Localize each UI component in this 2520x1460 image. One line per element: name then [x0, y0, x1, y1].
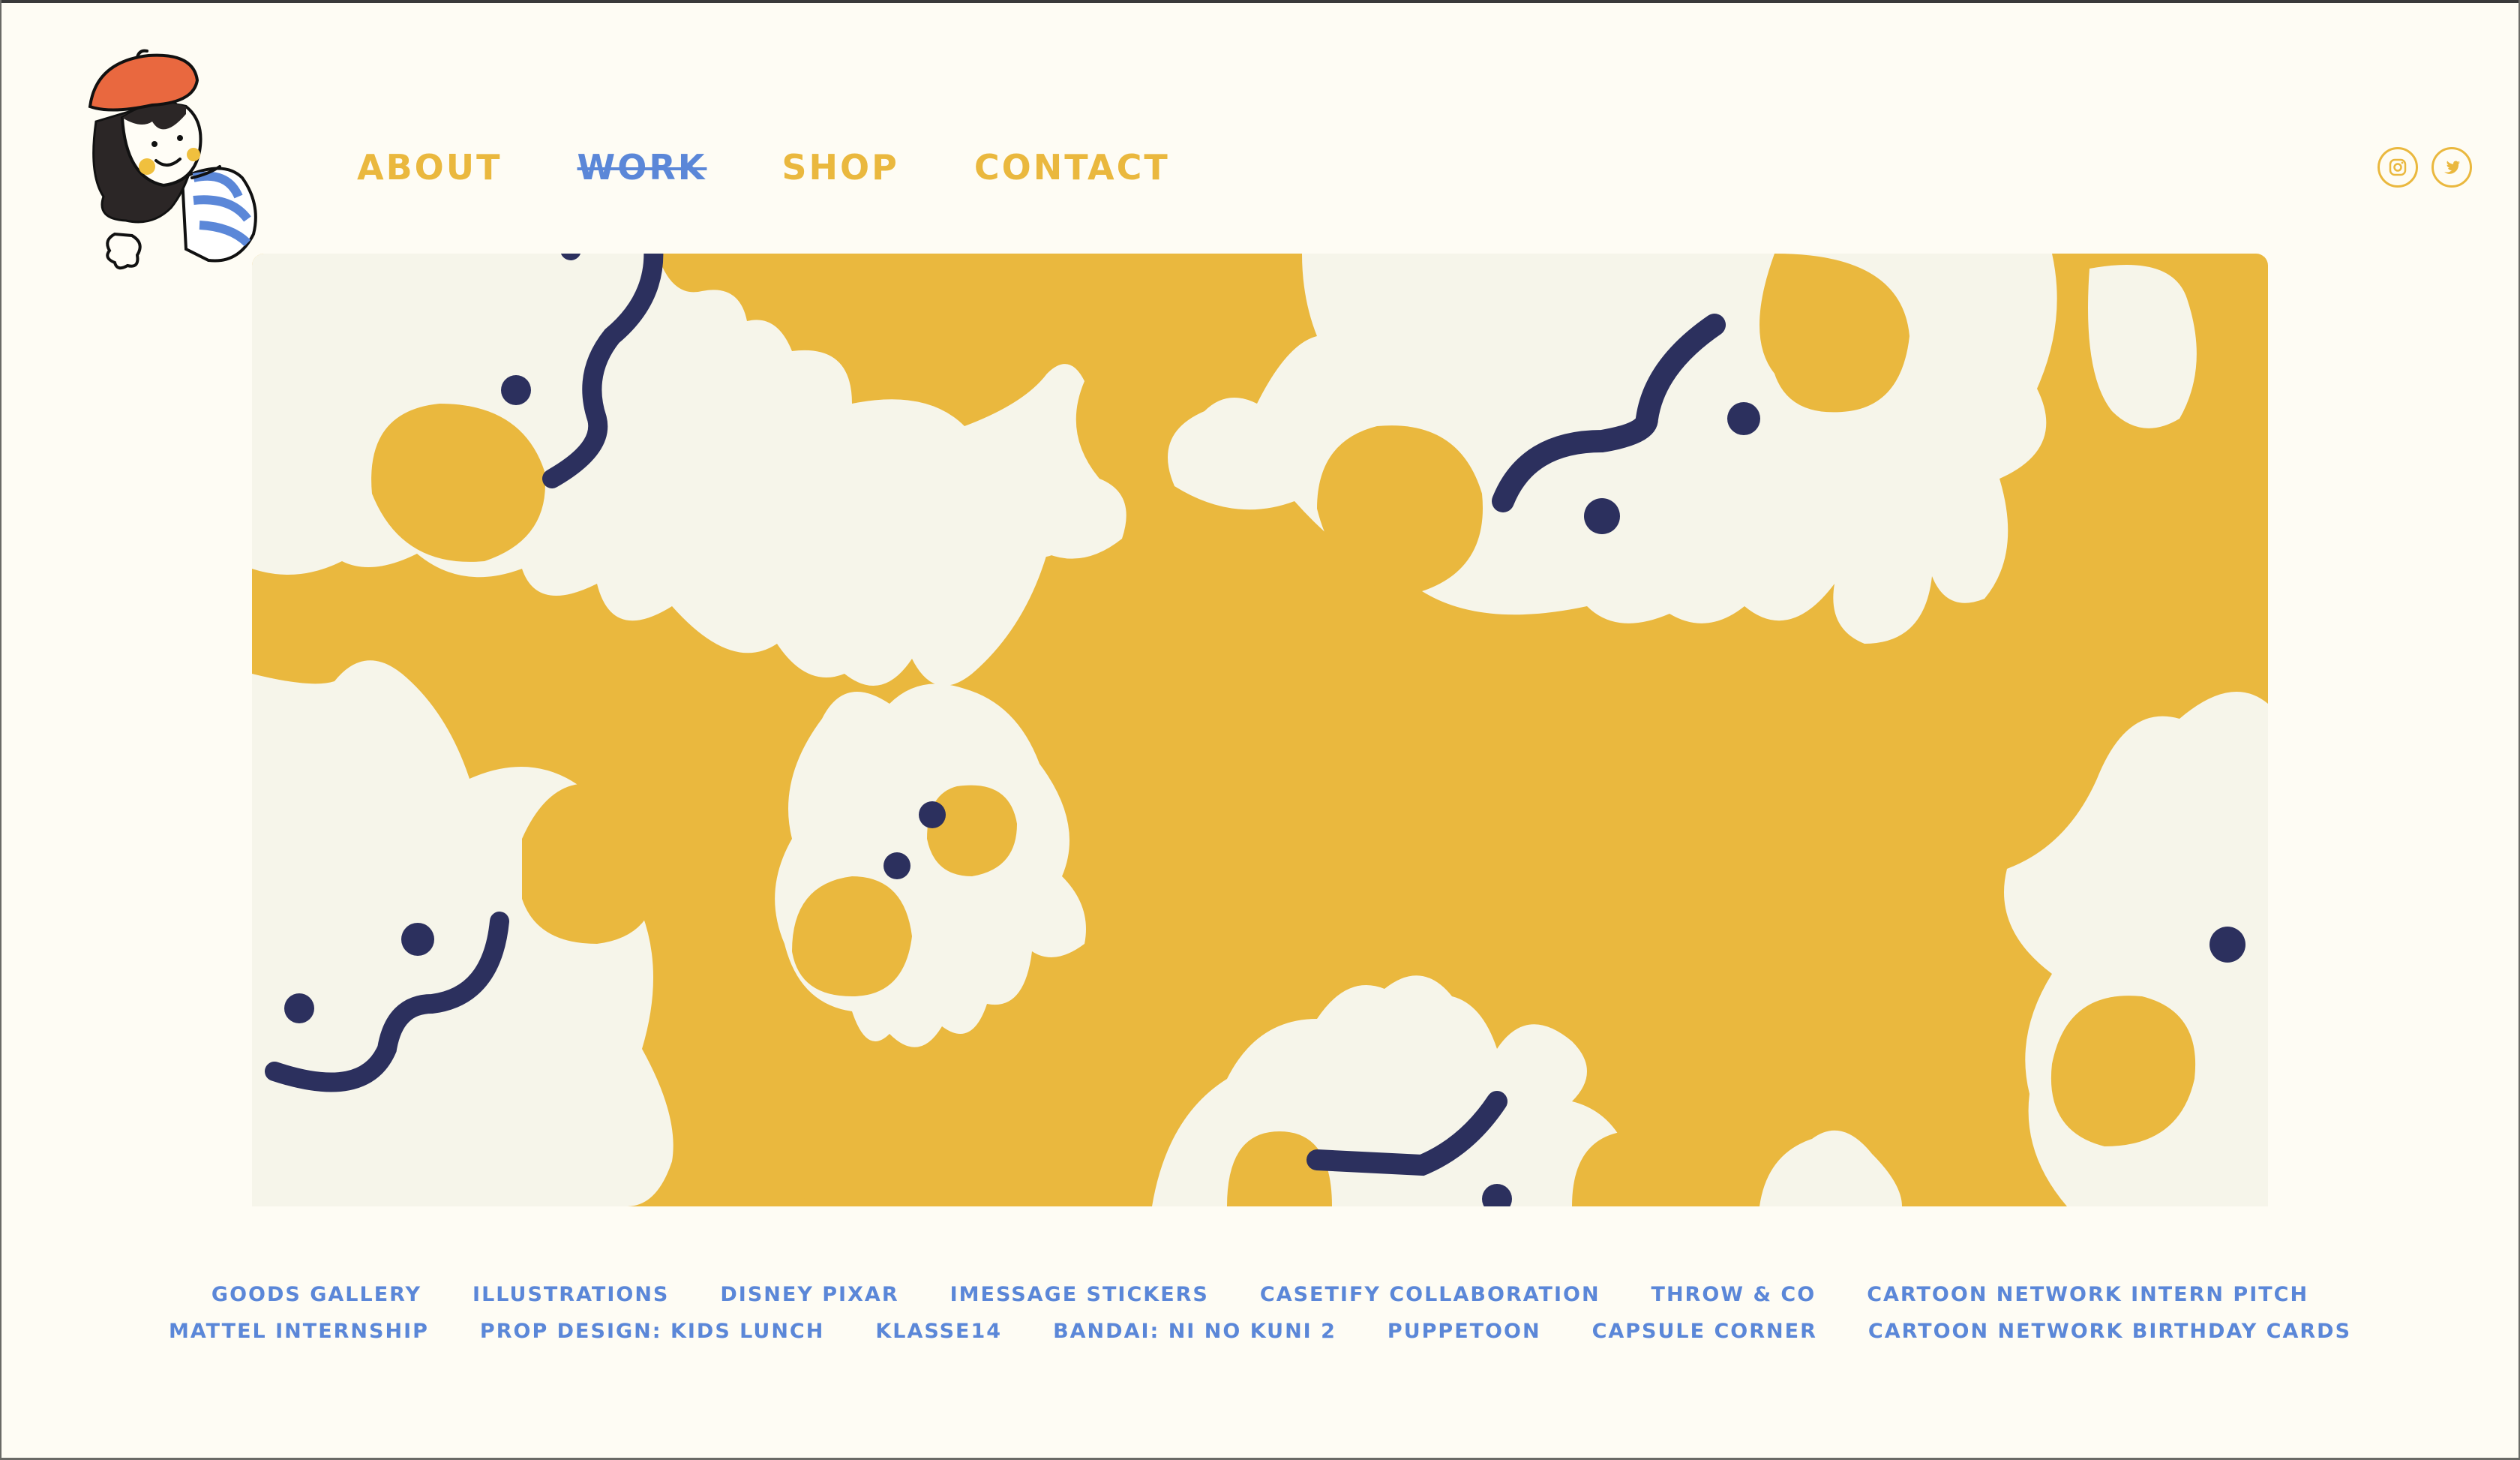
- nav-about[interactable]: ABOUT: [357, 147, 502, 188]
- project-puppetoon[interactable]: PUPPETOON: [1388, 1320, 1541, 1343]
- project-links: GOODS GALLERY ILLUSTRATIONS DISNEY PIXAR…: [169, 1283, 2350, 1343]
- project-mattel-internship[interactable]: MATTEL INTERNSHIP: [169, 1320, 429, 1343]
- project-row-2: MATTEL INTERNSHIP PROP DESIGN: KIDS LUNC…: [169, 1320, 2350, 1343]
- project-klasse14[interactable]: KLASSE14: [875, 1320, 1002, 1343]
- project-imessage-stickers[interactable]: IMESSAGE STICKERS: [950, 1283, 1209, 1306]
- nav-contact[interactable]: CONTACT: [974, 147, 1170, 188]
- project-prop-design-kids-lunch[interactable]: PROP DESIGN: KIDS LUNCH: [480, 1320, 824, 1343]
- main-nav: ABOUT WORK SHOP CONTACT: [357, 141, 1245, 194]
- project-capsule-corner[interactable]: CAPSULE CORNER: [1592, 1320, 1817, 1343]
- nav-work[interactable]: WORK: [578, 147, 707, 188]
- window-top-border: [0, 0, 2520, 3]
- project-bandai-ni-no-kuni-2[interactable]: BANDAI: NI NO KUNI 2: [1053, 1320, 1336, 1343]
- project-illustrations[interactable]: ILLUSTRATIONS: [472, 1283, 669, 1306]
- nav-shop[interactable]: SHOP: [782, 147, 898, 188]
- cream-elephant-pattern-banner[interactable]: [252, 254, 2268, 1206]
- project-cartoon-network-birthday-cards[interactable]: CARTOON NETWORK BIRTHDAY CARDS: [1868, 1320, 2351, 1343]
- project-disney-pixar[interactable]: DISNEY PIXAR: [720, 1283, 898, 1306]
- project-row-1: GOODS GALLERY ILLUSTRATIONS DISNEY PIXAR…: [210, 1283, 2310, 1306]
- twitter-icon[interactable]: [2432, 147, 2472, 188]
- project-throw-and-co[interactable]: THROW & CO: [1652, 1283, 1816, 1306]
- instagram-icon[interactable]: [2378, 147, 2418, 188]
- window-left-border: [0, 0, 2, 1460]
- girl-with-beret-logo[interactable]: [81, 47, 270, 273]
- social-links: [2364, 147, 2472, 188]
- project-goods-gallery[interactable]: GOODS GALLERY: [212, 1283, 422, 1306]
- project-casetify-collaboration[interactable]: CASETIFY COLLABORATION: [1260, 1283, 1600, 1306]
- project-cartoon-network-intern-pitch[interactable]: CARTOON NETWORK INTERN PITCH: [1867, 1283, 2308, 1306]
